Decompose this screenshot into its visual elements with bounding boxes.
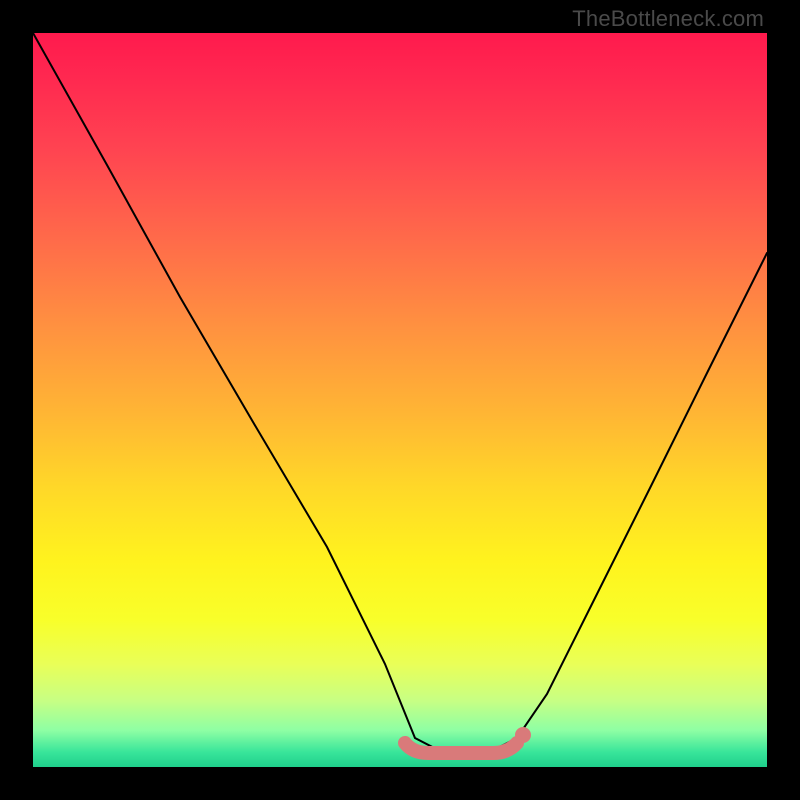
chart-frame: TheBottleneck.com <box>0 0 800 800</box>
curve-layer <box>33 33 767 767</box>
bottleneck-curve <box>33 33 767 753</box>
plot-area <box>33 33 767 767</box>
attribution-text: TheBottleneck.com <box>572 6 764 32</box>
optimal-dot <box>515 727 531 743</box>
optimal-range-marker <box>405 743 517 753</box>
